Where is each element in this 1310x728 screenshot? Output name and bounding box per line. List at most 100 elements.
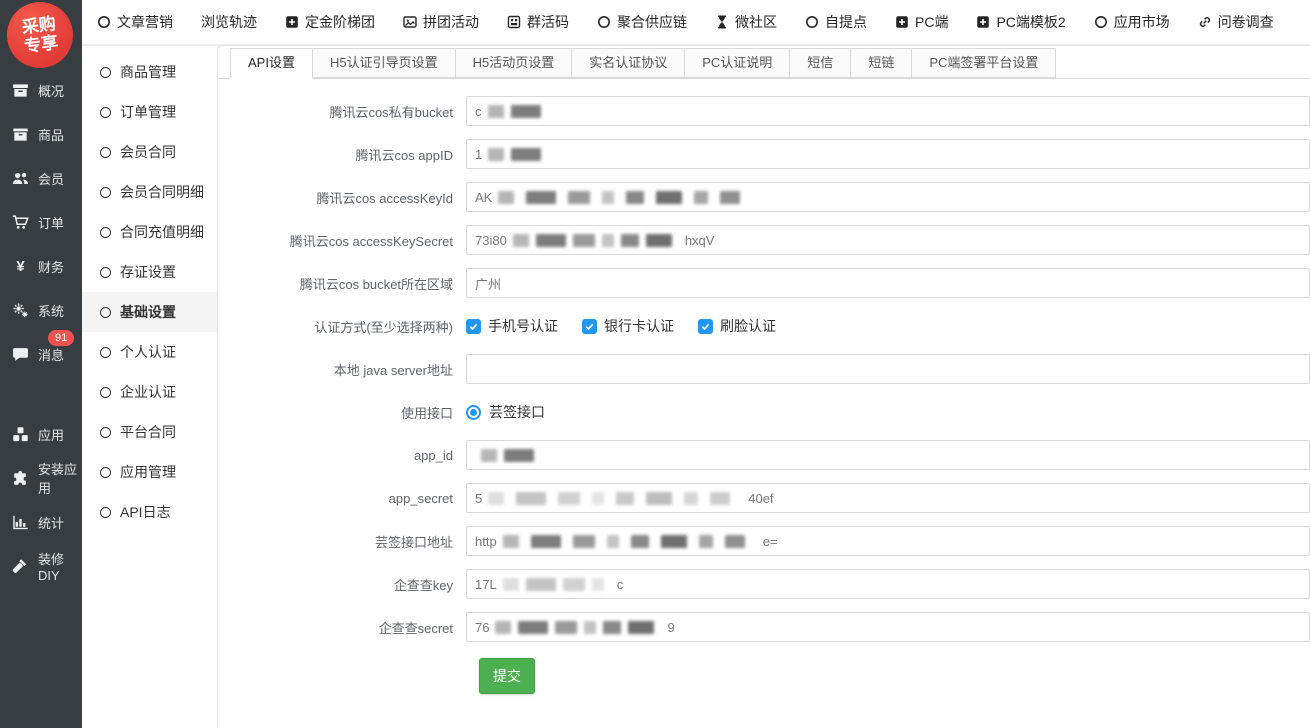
value-prefix: 17L [475, 577, 497, 592]
sidebar-item-apps[interactable]: 应用 [0, 422, 82, 446]
app-secret-input[interactable]: 5 40ef [466, 483, 1310, 513]
nav-item-label: 聚合供应链 [617, 12, 687, 32]
form-row: 腾讯云cos私有bucket c [218, 96, 1310, 126]
cos-access-key-secret-input[interactable]: 73i80 hxqV [466, 225, 1310, 255]
field-label: 腾讯云cos私有bucket [218, 102, 466, 121]
tab-api-settings[interactable]: API设置 [230, 48, 313, 79]
tab-pc-auth-desc[interactable]: PC认证说明 [684, 48, 790, 78]
submenu-item-label: 合同充值明细 [120, 222, 204, 242]
nav-item-group-qrcode[interactable]: 群活码 [507, 12, 569, 32]
sidebar-item-overview[interactable]: 概况 [0, 78, 82, 102]
submenu-item-personal-auth[interactable]: 个人认证 [82, 332, 217, 372]
nav-item-deposit-ladder-group[interactable]: 定金阶梯团 [285, 12, 375, 32]
archive-box-icon [12, 82, 29, 99]
sidebar-item-label: 安装应用 [38, 459, 82, 497]
checkbox-phone-auth[interactable]: 手机号认证 [466, 316, 558, 336]
nav-item-pc-template2[interactable]: PC端模板2 [976, 12, 1065, 32]
submenu-item-member-contract-detail[interactable]: 会员合同明细 [82, 172, 217, 212]
sidebar-item-members[interactable]: 会员 [0, 166, 82, 190]
nav-item-survey[interactable]: 问卷调查 [1198, 12, 1274, 32]
tab-sms[interactable]: 短信 [789, 48, 851, 78]
nav-item-label: PC端模板2 [996, 12, 1065, 32]
nav-item-pc[interactable]: PC端 [895, 12, 948, 32]
submenu-item-contract-recharge-detail[interactable]: 合同充值明细 [82, 212, 217, 252]
submit-button[interactable]: 提交 [479, 658, 535, 694]
nav-item-supply-chain[interactable]: 聚合供应链 [597, 12, 687, 32]
form-row: 芸签接口地址 http e= [218, 526, 1310, 556]
submenu-item-app-management[interactable]: 应用管理 [82, 452, 217, 492]
sidebar-item-products[interactable]: 商品 [0, 122, 82, 146]
checkbox-checked-icon [582, 319, 597, 334]
brand-logo[interactable]: 采购专享 [7, 2, 73, 68]
field-label: 本地 java server地址 [218, 360, 466, 379]
value-prefix: 1 [475, 147, 482, 162]
nav-item-label: 微社区 [735, 12, 777, 32]
radio-yunsign-interface[interactable]: 芸签接口 [466, 402, 545, 422]
nav-item-micro-community[interactable]: 微社区 [715, 12, 777, 32]
qcc-secret-input[interactable]: 76 9 [466, 612, 1310, 642]
app-id-input[interactable] [466, 440, 1310, 470]
tab-h5-activity[interactable]: H5活动页设置 [455, 48, 573, 78]
checkbox-label: 刷脸认证 [720, 316, 776, 336]
circle-bullet-icon [100, 227, 111, 238]
submenu-item-platform-contract[interactable]: 平台合同 [82, 412, 217, 452]
tab-realname-agreement[interactable]: 实名认证协议 [571, 48, 685, 78]
submenu-item-api-log[interactable]: API日志 [82, 492, 217, 532]
circle-bullet-icon [100, 187, 111, 198]
qcc-key-input[interactable]: 17L c [466, 569, 1310, 599]
submenu-item-label: 商品管理 [120, 62, 176, 82]
redacted-value [503, 535, 757, 548]
submenu-item-evidence-settings[interactable]: 存证设置 [82, 252, 217, 292]
cos-access-key-id-input[interactable]: AK [466, 182, 1310, 212]
sidebar-item-stats[interactable]: 统计 [0, 510, 82, 534]
nav-item-app-market[interactable]: 应用市场 [1094, 12, 1170, 32]
submenu-item-member-contract[interactable]: 会员合同 [82, 132, 217, 172]
circle-bullet-icon [100, 67, 111, 78]
circle-bullet-icon [100, 267, 111, 278]
sidebar-item-install-apps[interactable]: 安装应用 [0, 466, 82, 490]
cos-bucket-region-input[interactable]: 广州 [466, 268, 1310, 298]
circle-bullet-icon [100, 467, 111, 478]
nav-item-label: PC端 [915, 12, 948, 32]
sidebar-item-orders[interactable]: 订单 [0, 210, 82, 234]
nav-item-label: 拼团活动 [423, 12, 479, 32]
hourglass-icon [715, 15, 729, 29]
sidebar-item-finance[interactable]: ¥ 财务 [0, 254, 82, 278]
field-label: 企查查key [218, 575, 466, 594]
checkbox-bankcard-auth[interactable]: 银行卡认证 [582, 316, 674, 336]
nav-item-group-activity[interactable]: 拼团活动 [403, 12, 479, 32]
nav-item-pickup-point[interactable]: 自提点 [805, 12, 867, 32]
value-suffix: c [617, 577, 624, 592]
form-row: 企查查key 17L c [218, 569, 1310, 599]
checkbox-face-auth[interactable]: 刷脸认证 [698, 316, 776, 336]
nav-item-article-marketing[interactable]: 文章营销 [97, 12, 173, 32]
sidebar-item-decorate-diy[interactable]: 装修DIY [0, 554, 82, 578]
cos-private-bucket-input[interactable]: c [466, 96, 1310, 126]
submenu-item-enterprise-auth[interactable]: 企业认证 [82, 372, 217, 412]
link-icon [1198, 15, 1212, 29]
field-value: 广州 [475, 274, 501, 293]
submenu-item-basic-settings[interactable]: 基础设置 [82, 292, 217, 332]
circle-bullet-icon [100, 347, 111, 358]
submenu-item-product-management[interactable]: 商品管理 [82, 52, 217, 92]
cos-appid-input[interactable]: 1 [466, 139, 1310, 169]
field-label: app_secret [218, 491, 466, 506]
sidebar-item-label: 商品 [38, 125, 64, 144]
sidebar-item-system[interactable]: 系统 [0, 298, 82, 322]
java-server-input[interactable] [466, 354, 1310, 384]
tab-shortlink[interactable]: 短链 [850, 48, 912, 78]
tab-h5-auth-guide[interactable]: H5认证引导页设置 [312, 48, 456, 78]
submenu-item-label: 应用管理 [120, 462, 176, 482]
field-label: 使用接口 [218, 403, 466, 422]
form-row: 本地 java server地址 [218, 354, 1310, 384]
sidebar-item-messages[interactable]: 消息 91 [0, 342, 82, 366]
circle-bullet-icon [100, 147, 111, 158]
tab-pc-sign-platform[interactable]: PC端签署平台设置 [911, 48, 1056, 78]
value-prefix: c [475, 104, 482, 119]
nav-item-browse-history[interactable]: 浏览轨迹 [201, 12, 257, 32]
form-row: 腾讯云cos appID 1 [218, 139, 1310, 169]
sidebar-item-label: 订单 [38, 213, 64, 232]
yunsign-url-input[interactable]: http e= [466, 526, 1310, 556]
messages-count-badge: 91 [48, 330, 74, 346]
submenu-item-order-management[interactable]: 订单管理 [82, 92, 217, 132]
